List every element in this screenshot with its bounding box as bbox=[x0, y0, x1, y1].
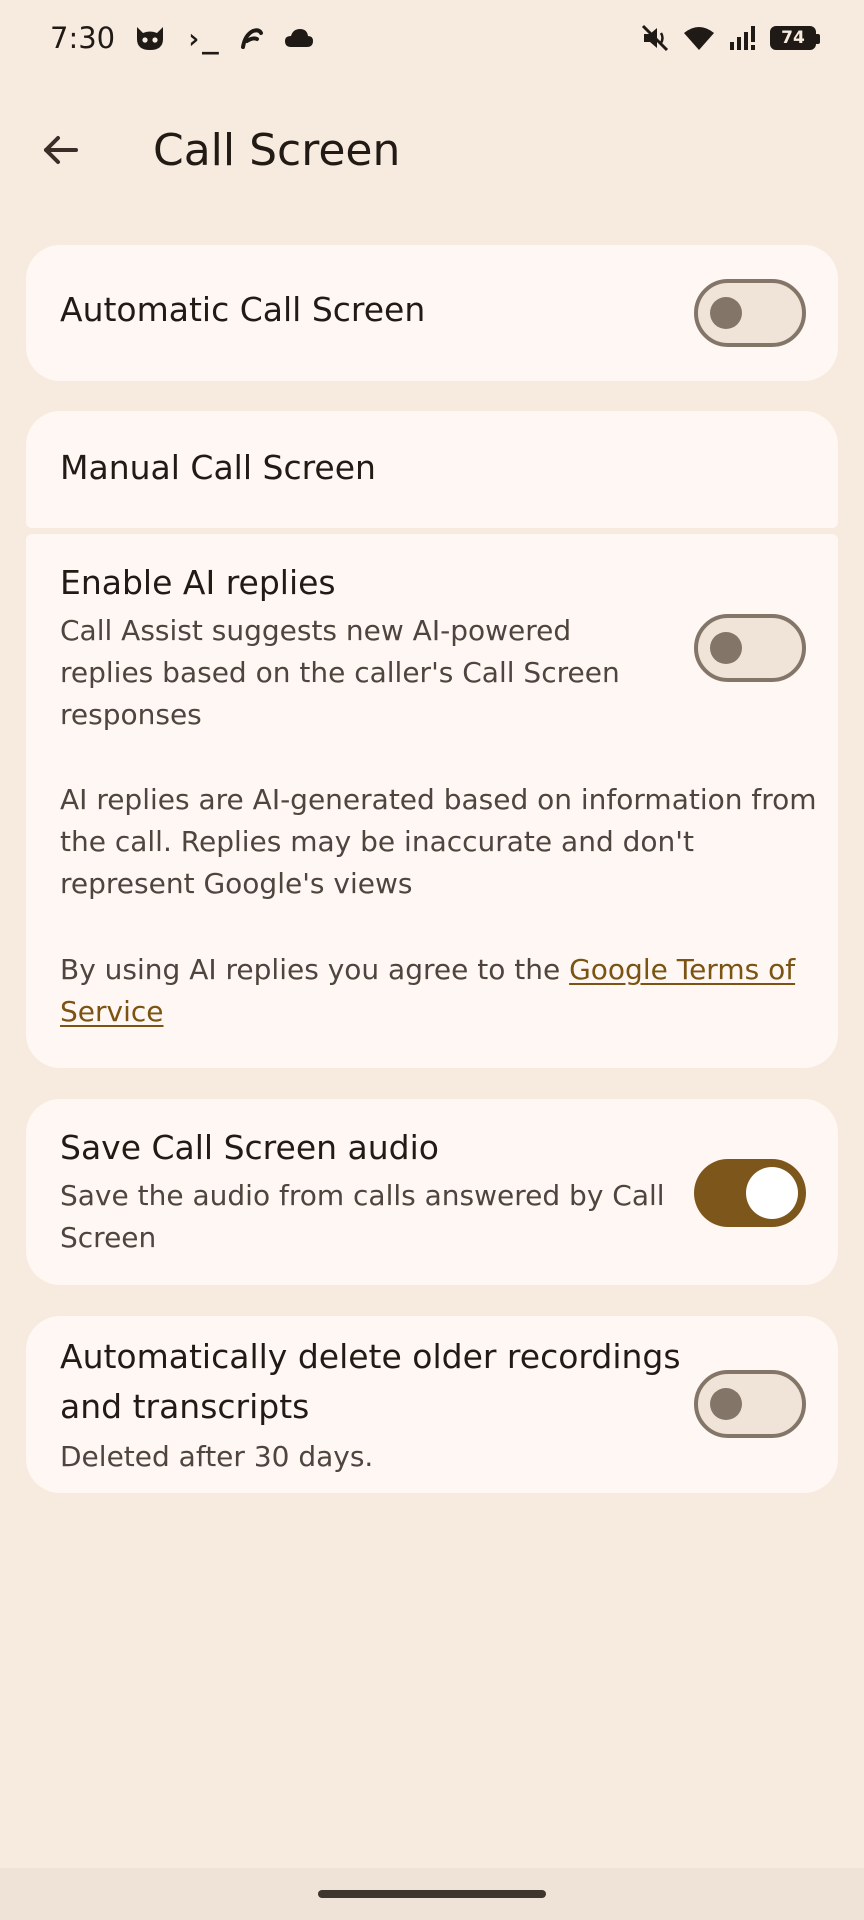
ai-replies-description-line1: Call Assist suggests new AI-powered bbox=[60, 614, 572, 647]
ai-replies-title: Enable AI replies bbox=[60, 563, 336, 602]
arrow-back-icon bbox=[44, 136, 78, 164]
auto-delete-toggle[interactable] bbox=[694, 1370, 806, 1438]
manual-call-screen-row[interactable]: Manual Call Screen bbox=[26, 411, 838, 528]
toggle-thumb bbox=[710, 632, 742, 664]
save-audio-title: Save Call Screen audio bbox=[60, 1128, 439, 1167]
manual-call-screen-label: Manual Call Screen bbox=[60, 448, 376, 487]
mute-icon bbox=[640, 23, 670, 53]
ai-replies-description-line2: replies based on the caller's Call Scree… bbox=[60, 656, 620, 689]
page-title: Call Screen bbox=[153, 124, 401, 176]
save-audio-row[interactable]: Save Call Screen audio Save the audio fr… bbox=[26, 1099, 838, 1285]
terms-text: By using AI replies you agree to the Goo… bbox=[60, 949, 795, 991]
ai-replies-toggle[interactable] bbox=[694, 614, 806, 682]
ai-disclaimer-line1: AI replies are AI-generated based on inf… bbox=[60, 783, 817, 816]
terms-text-line2: Service bbox=[60, 991, 163, 1033]
back-button[interactable] bbox=[28, 118, 92, 182]
toggle-thumb bbox=[746, 1167, 798, 1219]
automatic-call-screen-label: Automatic Call Screen bbox=[60, 290, 426, 329]
ai-replies-description-line3: responses bbox=[60, 698, 202, 731]
status-bar: 7:30 ›_ 74 bbox=[0, 0, 864, 76]
cloud-icon bbox=[283, 27, 315, 49]
toggle-thumb bbox=[710, 297, 742, 329]
save-audio-description-line1: Save the audio from calls answered by Ca… bbox=[60, 1179, 665, 1212]
status-right: 74 bbox=[640, 23, 820, 53]
wifi-icon bbox=[682, 24, 716, 52]
google-terms-link[interactable]: Google Terms of bbox=[569, 953, 795, 986]
save-audio-toggle[interactable] bbox=[694, 1159, 806, 1227]
signal-icon bbox=[728, 24, 758, 52]
terminal-icon: ›_ bbox=[185, 21, 219, 55]
app-bar: Call Screen bbox=[0, 100, 864, 200]
automatic-call-screen-toggle[interactable] bbox=[694, 279, 806, 347]
home-indicator[interactable] bbox=[318, 1890, 546, 1898]
terms-prefix: By using AI replies you agree to the bbox=[60, 953, 570, 986]
ai-disclaimer-line3: represent Google's views bbox=[60, 867, 413, 900]
ai-replies-section: Enable AI replies Call Assist suggests n… bbox=[26, 534, 838, 1068]
auto-delete-description: Deleted after 30 days. bbox=[60, 1440, 374, 1473]
ai-disclaimer-line2: the call. Replies may be inaccurate and … bbox=[60, 825, 694, 858]
status-time: 7:30 bbox=[50, 21, 116, 55]
auto-delete-title-line1: Automatically delete older recordings bbox=[60, 1337, 681, 1376]
save-audio-description-line2: Screen bbox=[60, 1221, 157, 1254]
auto-delete-row[interactable]: Automatically delete older recordings an… bbox=[26, 1316, 838, 1493]
auto-delete-title-line2: and transcripts bbox=[60, 1387, 310, 1426]
battery-icon: 74 bbox=[770, 26, 820, 50]
cat-app-icon bbox=[133, 23, 167, 53]
automatic-call-screen-row[interactable]: Automatic Call Screen bbox=[26, 245, 838, 381]
google-terms-link-continued[interactable]: Service bbox=[60, 995, 163, 1028]
swirl-app-icon bbox=[237, 25, 265, 51]
toggle-thumb bbox=[710, 1388, 742, 1420]
status-left: 7:30 ›_ bbox=[50, 21, 315, 55]
